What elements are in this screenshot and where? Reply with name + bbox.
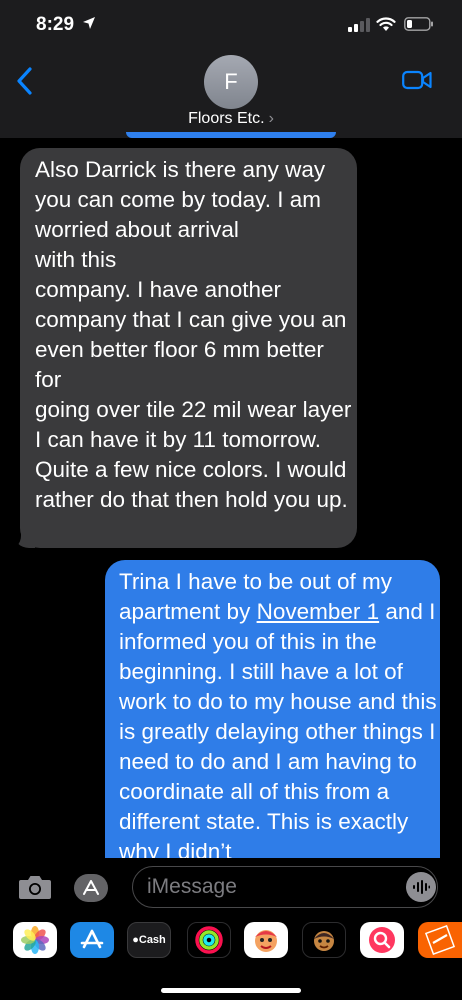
app-store-icon [80,929,104,949]
conversation-header: 8:29 F Floors Etc. › [0,0,462,138]
camera-icon[interactable] [18,874,52,900]
compose-bar [0,858,462,918]
imessage-input[interactable] [132,866,438,908]
status-time: 8:29 [36,14,75,35]
home-depot-app-button[interactable] [418,922,462,958]
message-thread[interactable]: Also Darrick is there any way you can co… [0,138,462,858]
date-link[interactable]: November 1 [257,599,380,624]
incoming-bubble-tail-mask [5,522,21,550]
incoming-message-text: Also Darrick is there any way you can co… [35,157,352,512]
wifi-icon [376,17,396,31]
image-search-icon [369,927,395,953]
apple-cash-app-button[interactable]: ●Cash [127,922,171,958]
battery-icon [404,17,433,31]
contact-avatar[interactable]: F [204,55,258,109]
incoming-message-bubble[interactable]: Also Darrick is there any way you can co… [20,148,357,548]
chevron-right-icon: › [268,110,274,127]
contact-name: Floors Etc. [188,110,265,127]
image-search-app-button[interactable] [360,922,404,958]
memoji-icon [255,930,277,952]
memoji-stickers-app-button[interactable] [302,922,346,958]
app-store-icon [83,880,99,895]
cellular-signal-icon [348,18,370,32]
waveform-icon [413,880,430,894]
photos-icon [21,926,49,954]
location-arrow-icon [83,17,95,29]
home-indicator[interactable] [161,988,301,993]
video-call-icon[interactable] [402,70,432,90]
apple-cash-icon: ●Cash [132,934,166,946]
apps-button[interactable] [74,874,108,902]
photos-app-button[interactable] [13,922,57,958]
outgoing-message-bubble[interactable]: Trina I have to be out of my apartment b… [105,560,440,858]
avatar-initial: F [224,69,238,94]
activity-rings-icon [195,926,223,954]
contact-name-button[interactable]: Floors Etc. › [0,110,462,128]
fitness-app-button[interactable] [187,922,231,958]
back-chevron-icon[interactable] [14,66,36,96]
memoji-sticker-icon [314,931,334,951]
app-store-app-button[interactable] [70,922,114,958]
home-depot-icon [425,925,455,955]
audio-message-button[interactable] [406,872,436,902]
memoji-app-button[interactable] [244,922,288,958]
outgoing-text-part: and I informed you of this in the beginn… [119,599,437,858]
outgoing-message-text: Trina I have to be out of my apartment b… [119,567,437,858]
